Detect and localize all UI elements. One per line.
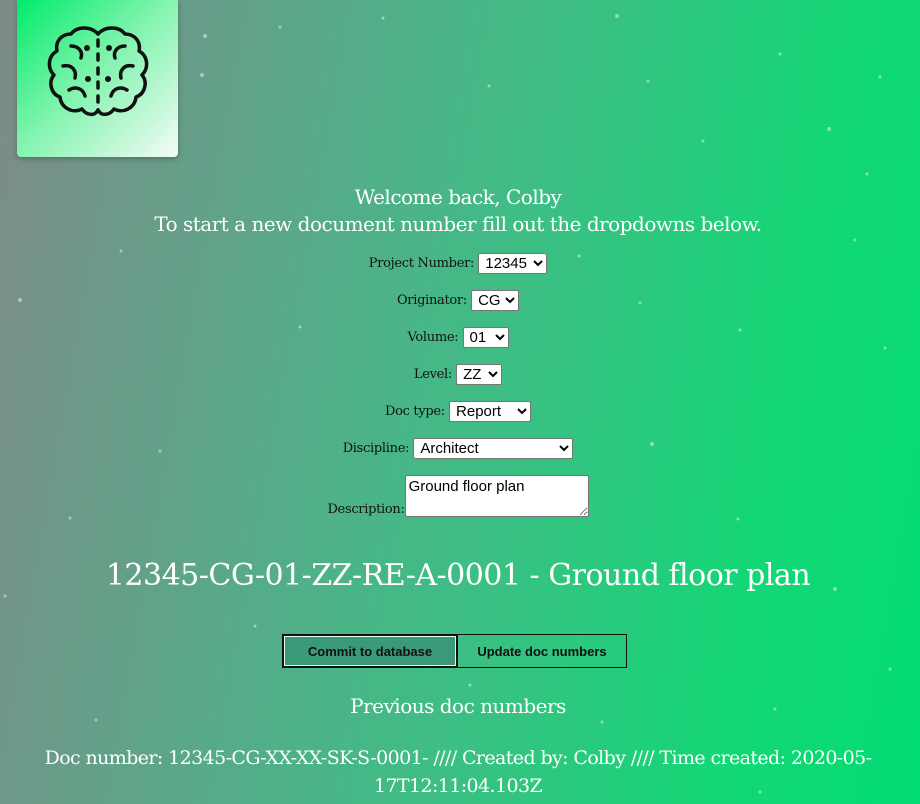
welcome-message: Welcome back, Colby To start a new docum…: [0, 184, 916, 238]
discipline-label: Discipline:: [342, 441, 410, 456]
previous-doc-numbers-list: Doc number: 12345-CG-XX-XX-SK-S-0001- //…: [0, 744, 916, 800]
update-doc-numbers-button[interactable]: Update doc numbers: [457, 634, 627, 668]
doc-type-row: Doc type: Report: [0, 401, 916, 422]
project-number-select[interactable]: 12345: [478, 253, 548, 274]
previous-doc-numbers-heading: Previous doc numbers: [350, 694, 566, 718]
level-row: Level: ZZ: [0, 364, 916, 385]
welcome-instructions: To start a new document number fill out …: [154, 212, 762, 236]
project-number-label: Project Number:: [368, 256, 475, 271]
volume-row: Volume: 01: [0, 327, 916, 348]
commit-to-database-button[interactable]: Commit to database: [282, 634, 458, 668]
description-textarea[interactable]: Ground floor plan: [404, 475, 589, 517]
description-label: Description:: [327, 502, 405, 517]
description-row: Description:Ground floor plan: [0, 475, 916, 517]
project-number-row: Project Number: 12345: [0, 253, 916, 274]
action-buttons: Commit to database Update doc numbers: [282, 634, 627, 668]
originator-row: Originator: CG: [0, 290, 916, 311]
doc-type-label: Doc type:: [384, 404, 445, 419]
level-label: Level:: [413, 367, 452, 382]
doc-type-select[interactable]: Report: [449, 401, 532, 422]
discipline-select[interactable]: Architect: [413, 438, 574, 459]
originator-label: Originator:: [396, 293, 467, 308]
volume-label: Volume:: [407, 330, 459, 345]
welcome-greeting: Welcome back, Colby: [354, 185, 562, 209]
volume-select[interactable]: 01: [462, 327, 509, 348]
brain-icon: [47, 26, 149, 117]
generated-doc-number: 12345-CG-01-ZZ-RE-A-0001 - Ground floor …: [105, 558, 811, 593]
level-select[interactable]: ZZ: [456, 364, 503, 385]
logo-card: [17, 0, 178, 157]
originator-select[interactable]: CG: [471, 290, 520, 311]
discipline-row: Discipline: Architect: [0, 438, 916, 459]
history-entry: Doc number: 12345-CG-XX-XX-SK-S-0001- //…: [44, 747, 872, 797]
